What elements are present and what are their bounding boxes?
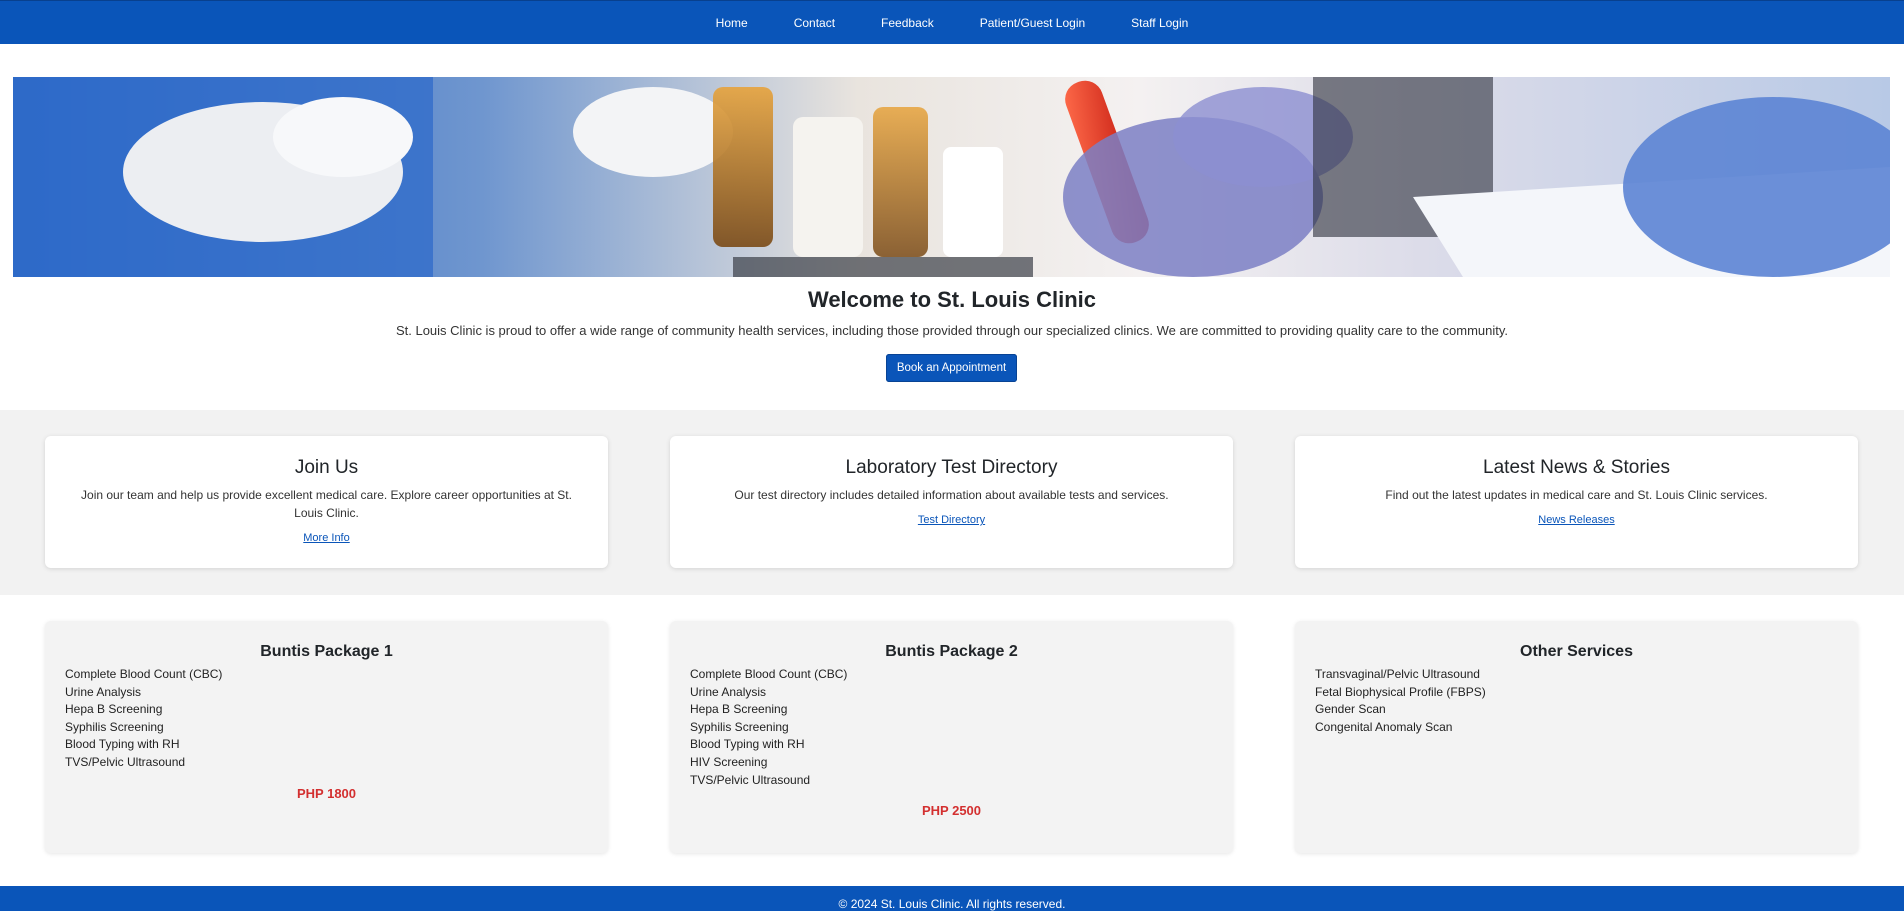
- package-items: Complete Blood Count (CBC) Urine Analysi…: [690, 666, 1213, 789]
- package-title: Buntis Package 1: [260, 643, 393, 660]
- card-title: Laboratory Test Directory: [845, 457, 1058, 478]
- list-item: Complete Blood Count (CBC): [65, 667, 223, 681]
- test-directory-link[interactable]: Test Directory: [918, 514, 985, 526]
- buntis-package-1-card: Buntis Package 1 Complete Blood Count (C…: [45, 621, 608, 853]
- nav-feedback[interactable]: Feedback: [881, 16, 934, 30]
- card-text: Join our team and help us provide excell…: [81, 488, 572, 520]
- list-item: Hepa B Screening: [65, 702, 163, 717]
- card-text: Our test directory includes detailed inf…: [734, 488, 1169, 502]
- footer: © 2024 St. Louis Clinic. All rights rese…: [0, 886, 1904, 911]
- other-services-card: Other Services Transvaginal/Pelvic Ultra…: [1295, 621, 1858, 853]
- top-navigation: Home Contact Feedback Patient/Guest Logi…: [0, 0, 1904, 44]
- laboratory-test-directory-card: Laboratory Test Directory Our test direc…: [670, 436, 1233, 568]
- hero-banner-image: [13, 77, 1890, 277]
- more-info-link[interactable]: More Info: [303, 532, 349, 544]
- list-item: Congenital Anomaly Scan: [1315, 719, 1453, 734]
- list-item: Fetal Biophysical Profile (FBPS): [1315, 684, 1486, 699]
- list-item: Gender Scan: [1315, 702, 1386, 717]
- list-item: TVS/Pelvic Ultrasound: [65, 754, 186, 769]
- card-text: Find out the latest updates in medical c…: [1385, 488, 1768, 502]
- welcome-title: Welcome to St. Louis Clinic: [807, 287, 1097, 312]
- news-releases-link[interactable]: News Releases: [1538, 514, 1614, 526]
- card-title: Join Us: [294, 457, 359, 478]
- welcome-text: St. Louis Clinic is proud to offer a wid…: [395, 323, 1509, 338]
- nav-staff-login[interactable]: Staff Login: [1131, 16, 1188, 30]
- package-items: Transvaginal/Pelvic Ultrasound Fetal Bio…: [1315, 666, 1838, 736]
- list-item: TVS/Pelvic Ultrasound: [690, 772, 811, 787]
- list-item: Blood Typing with RH: [65, 737, 180, 752]
- list-item: Transvaginal/Pelvic Ultrasound: [1315, 667, 1480, 681]
- book-appointment-button[interactable]: Book an Appointment: [886, 354, 1017, 382]
- buntis-package-2-card: Buntis Package 2 Complete Blood Count (C…: [670, 621, 1233, 853]
- package-title: Other Services: [1520, 643, 1633, 660]
- list-item: Hepa B Screening: [690, 702, 788, 717]
- list-item: Urine Analysis: [690, 684, 767, 699]
- list-item: Urine Analysis: [65, 684, 142, 699]
- package-price: PHP 2500: [921, 803, 982, 819]
- card-title: Latest News & Stories: [1483, 457, 1670, 478]
- nav-home[interactable]: Home: [716, 16, 748, 30]
- hero-laboratory-illustration: [13, 77, 1890, 277]
- list-item: HIV Screening: [690, 754, 768, 769]
- package-items: Complete Blood Count (CBC) Urine Analysi…: [65, 666, 588, 772]
- latest-news-card: Latest News & Stories Find out the lates…: [1295, 436, 1858, 568]
- package-price: PHP 1800: [296, 785, 357, 801]
- list-item: Syphilis Screening: [65, 719, 164, 734]
- join-us-card: Join Us Join our team and help us provid…: [45, 436, 608, 568]
- list-item: Complete Blood Count (CBC): [690, 667, 848, 681]
- footer-copyright: © 2024 St. Louis Clinic. All rights rese…: [838, 897, 1066, 911]
- package-title: Buntis Package 2: [885, 643, 1018, 660]
- nav-patient-guest-login[interactable]: Patient/Guest Login: [980, 16, 1085, 30]
- list-item: Syphilis Screening: [690, 719, 789, 734]
- list-item: Blood Typing with RH: [690, 737, 805, 752]
- nav-contact[interactable]: Contact: [794, 16, 835, 30]
